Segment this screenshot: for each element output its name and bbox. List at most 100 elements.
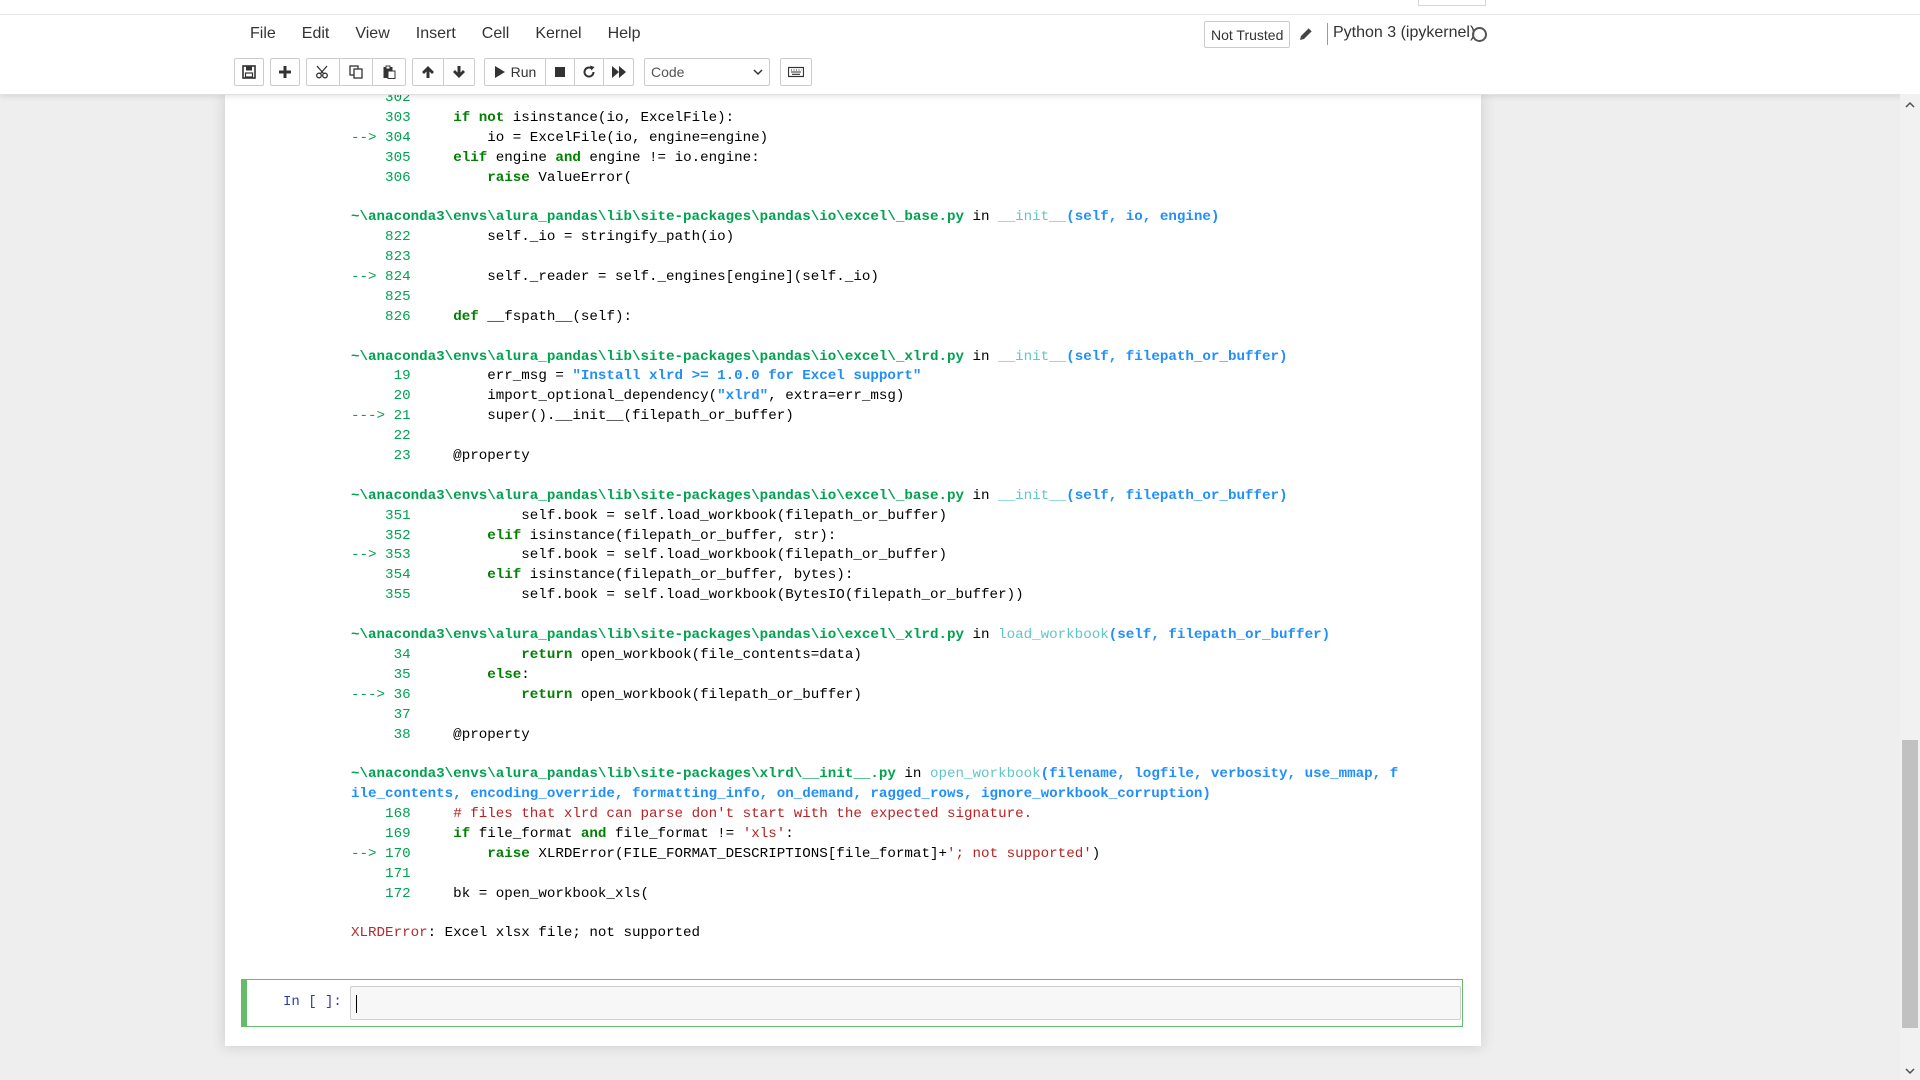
kernel-name[interactable]: Python 3 (ipykernel): [1333, 24, 1475, 42]
traceback-line: XLRDError: Excel xlsx file; not supporte…: [351, 924, 1431, 944]
traceback-text: [411, 846, 488, 862]
scroll-down-icon[interactable]: [1904, 1066, 1916, 1076]
traceback-line: [351, 606, 1431, 626]
traceback-line: 354 elif isinstance(filepath_or_buffer, …: [351, 566, 1431, 586]
traceback-text: @property: [410, 448, 530, 465]
traceback-text: : Excel xlsx file; not supported: [427, 925, 701, 942]
traceback-line: 825: [351, 288, 1431, 308]
traceback-line: [351, 905, 1431, 925]
traceback-line: 38 @property: [351, 726, 1431, 746]
traceback-text: 34: [351, 646, 411, 663]
cut-icon: [316, 65, 328, 79]
traceback-text: in: [964, 487, 999, 504]
code-cell[interactable]: In [ ]:: [241, 979, 1463, 1027]
cut-button[interactable]: [306, 58, 340, 86]
traceback-line: 823: [351, 248, 1431, 268]
menu-file[interactable]: File: [236, 25, 289, 43]
traceback-text: (self, filepath_or_buffer): [1066, 487, 1288, 504]
traceback-text: 303: [351, 109, 411, 126]
traceback-text: load_workbook: [998, 627, 1109, 644]
traceback-line: --> 353 self.book = self.load_workbook(f…: [351, 546, 1431, 566]
page-scrollbar[interactable]: [1900, 94, 1920, 1080]
scrollbar-thumb[interactable]: [1902, 740, 1918, 1028]
traceback-text: 35: [351, 666, 411, 683]
traceback-line: ile_contents, encoding_override, formatt…: [351, 785, 1431, 805]
traceback-text: --> 353: [351, 547, 411, 564]
traceback-text: 38: [351, 726, 411, 743]
traceback-text: isinstance(filepath_or_buffer, bytes):: [521, 567, 854, 584]
cell-type-select[interactable]: Code: [644, 58, 770, 86]
traceback-text: :: [785, 825, 794, 842]
traceback-text: ---> 36: [351, 686, 411, 703]
menu-edit[interactable]: Edit: [289, 25, 343, 43]
traceback-text: 22: [351, 428, 411, 445]
traceback-text: 826: [351, 308, 411, 325]
traceback-text: ile_contents, encoding_override, formatt…: [351, 786, 1211, 803]
copy-icon: [349, 65, 363, 79]
cell-type-value: Code: [651, 64, 685, 80]
command-palette-button[interactable]: [780, 58, 812, 86]
traceback-line: 351 self.book = self.load_workbook(filep…: [351, 507, 1431, 527]
traceback-text: --> 824: [351, 269, 411, 286]
traceback-text: raise: [487, 845, 530, 862]
traceback-line: ---> 21 super().__init__(filepath_or_buf…: [351, 407, 1431, 427]
traceback-line: 352 elif isinstance(filepath_or_buffer, …: [351, 527, 1431, 547]
traceback-text: __fspath__(self):: [478, 308, 632, 325]
menu-view[interactable]: View: [342, 25, 402, 43]
traceback-text: else: [487, 666, 522, 683]
traceback-text: 'xls': [742, 825, 786, 842]
copy-button[interactable]: [339, 58, 373, 86]
menu-insert[interactable]: Insert: [403, 25, 469, 43]
move-down-button[interactable]: [443, 58, 475, 86]
traceback-text: err_msg =: [410, 368, 573, 385]
notebook-header: File Edit View Insert Cell Kernel Help N…: [0, 0, 1920, 95]
traceback-text: open_workbook: [929, 766, 1041, 783]
traceback-line: [351, 467, 1431, 487]
traceback-text: open_workbook(file_contents=data): [572, 646, 862, 663]
traceback-text: self.book = self.load_workbook(filepath_…: [410, 507, 947, 524]
traceback-text: (self, filepath_or_buffer): [1108, 627, 1331, 644]
traceback-text: bk = open_workbook_xls(: [410, 885, 649, 902]
restart-run-all-button[interactable]: [603, 58, 634, 86]
run-button[interactable]: Run: [484, 58, 546, 86]
add-cell-button[interactable]: [270, 58, 300, 86]
traceback-text: isinstance(filepath_or_buffer, str):: [521, 527, 837, 544]
traceback-text: return: [521, 686, 573, 703]
traceback-text: ValueError(: [529, 169, 632, 186]
traceback-line: 34 return open_workbook(file_contents=da…: [351, 646, 1431, 666]
not-trusted-button[interactable]: Not Trusted: [1204, 21, 1291, 48]
kernel-separator: [1327, 23, 1328, 45]
restart-button[interactable]: [574, 58, 604, 86]
move-up-button[interactable]: [412, 58, 444, 86]
menubar: File Edit View Insert Cell Kernel Help: [236, 16, 653, 52]
traceback-text: [411, 110, 454, 126]
pencil-icon[interactable]: [1297, 25, 1315, 43]
menu-help[interactable]: Help: [595, 25, 654, 43]
traceback-line: ---> 36 return open_workbook(filepath_or…: [351, 686, 1431, 706]
traceback-text: self.book = self.load_workbook(filepath_…: [410, 547, 947, 564]
traceback-line: [351, 188, 1431, 208]
scroll-up-icon[interactable]: [1904, 100, 1916, 110]
save-button[interactable]: [234, 58, 264, 86]
traceback-text: __init__: [998, 348, 1067, 365]
interrupt-button[interactable]: [545, 58, 575, 86]
traceback-line: 355 self.book = self.load_workbook(Bytes…: [351, 586, 1431, 606]
traceback-text: [411, 567, 488, 583]
traceback-text: elif: [453, 149, 488, 166]
traceback-text: isinstance(io, ExcelFile):: [504, 109, 735, 126]
traceback-text: --> 170: [351, 845, 411, 862]
add-cell-icon: [279, 66, 291, 78]
traceback-line: --> 304 io = ExcelFile(io, engine=engine…: [351, 129, 1431, 149]
run-icon: [494, 66, 505, 78]
traceback-line: 19 err_msg = "Install xlrd >= 1.0.0 for …: [351, 367, 1431, 387]
menu-cell[interactable]: Cell: [469, 25, 523, 43]
traceback-text: [411, 150, 454, 166]
restart-icon: [583, 65, 595, 78]
traceback-text: [411, 170, 488, 186]
code-input-area[interactable]: [350, 986, 1461, 1020]
header-stub: [1418, 0, 1486, 6]
menu-kernel[interactable]: Kernel: [522, 25, 594, 43]
traceback-text: # files that xlrd can parse don't start …: [453, 806, 1033, 823]
traceback-text: if: [453, 825, 471, 842]
paste-button[interactable]: [372, 58, 406, 86]
